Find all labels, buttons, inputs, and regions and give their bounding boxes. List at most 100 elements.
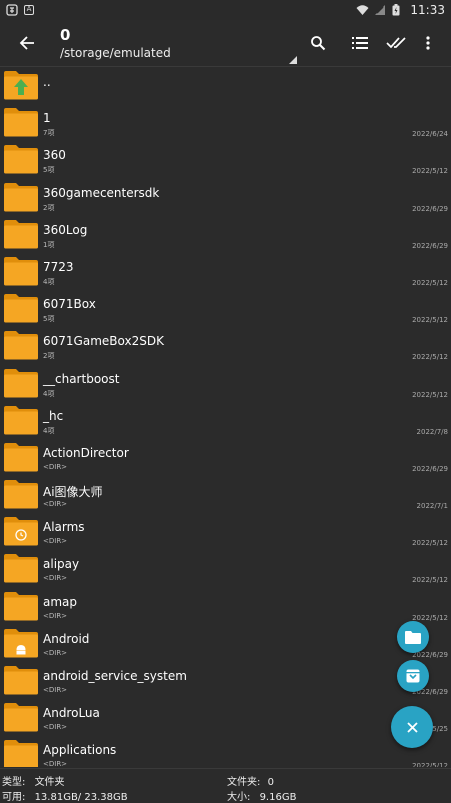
- folder-icon: [405, 630, 421, 644]
- file-date: 2022/5/12: [412, 613, 448, 622]
- file-row[interactable]: Ai图像大师 <DIR> 2022/7/1: [0, 476, 451, 513]
- file-subinfo: <DIR>: [43, 686, 68, 694]
- file-date: 2022/5/12: [412, 278, 448, 287]
- file-date: 2022/5/12: [412, 576, 448, 585]
- signal-icon: [374, 4, 386, 16]
- file-row[interactable]: __chartboost 4项 2022/5/12: [0, 365, 451, 402]
- status-time: 11:33: [410, 3, 445, 17]
- folder-count-info: 文件夹: 0: [227, 773, 274, 788]
- folder-icon: [4, 293, 38, 323]
- file-date: 2022/6/24: [412, 130, 448, 139]
- new-folder-fab[interactable]: [397, 621, 429, 653]
- battery-icon: [392, 4, 404, 16]
- app-bar: 0 /storage/emulated: [0, 20, 451, 67]
- file-row[interactable]: 6071GameBox2SDK 2项 2022/5/12: [0, 327, 451, 364]
- file-subinfo: 2项: [43, 352, 55, 361]
- folder-alarm-icon: [4, 516, 38, 546]
- file-list[interactable]: .. 1 7项 2022/6/24 360 5项 2022/5/12 360gamecente…: [0, 67, 451, 767]
- type-label: 类型:: [2, 777, 26, 788]
- file-name: ActionDirector: [43, 445, 129, 460]
- file-row[interactable]: 6071Box 5项 2022/5/12: [0, 290, 451, 327]
- search-icon: [311, 36, 326, 51]
- size-label: 大小:: [227, 792, 251, 803]
- folder-icon: [4, 107, 38, 137]
- file-name: AndroLua: [43, 706, 100, 721]
- status-bar: A 11:33: [0, 0, 451, 20]
- parent-directory-row[interactable]: ..: [0, 67, 451, 104]
- size-value: 9.16GB: [259, 792, 297, 803]
- back-button[interactable]: [14, 30, 40, 56]
- folder-icon: [4, 219, 38, 249]
- available-value: 13.81GB/ 23.38GB: [34, 792, 128, 803]
- file-date: 2022/7/8: [416, 427, 448, 436]
- type-value: 文件夹: [34, 777, 65, 788]
- file-name: 7723: [43, 259, 74, 274]
- list-icon: [352, 37, 368, 49]
- file-row[interactable]: Android <DIR> 2022/6/29: [0, 625, 451, 662]
- file-subinfo: 1项: [43, 240, 55, 249]
- search-button[interactable]: [306, 31, 330, 55]
- select-all-button[interactable]: [384, 31, 408, 55]
- app-notification-icon: [6, 4, 18, 16]
- folder-icon: [4, 739, 38, 767]
- file-row[interactable]: Alarms <DIR> 2022/5/12: [0, 513, 451, 550]
- file-row[interactable]: 360gamecentersdk 2项 2022/6/29: [0, 179, 451, 216]
- file-row[interactable]: ActionDirector <DIR> 2022/6/29: [0, 439, 451, 476]
- folder-icon: [4, 665, 38, 695]
- file-row[interactable]: alipay <DIR> 2022/5/12: [0, 550, 451, 587]
- file-subinfo: 5项: [43, 315, 55, 324]
- file-subinfo: <DIR>: [43, 648, 68, 657]
- type-info: 类型: 文件夹: [2, 773, 65, 788]
- file-row[interactable]: 360 5项 2022/5/12: [0, 141, 451, 178]
- file-name: 360gamecentersdk: [43, 185, 160, 200]
- available-label: 可用:: [2, 792, 26, 803]
- file-subinfo: <DIR>: [43, 723, 68, 732]
- file-subinfo: 4项: [43, 389, 55, 398]
- file-name: 6071GameBox2SDK: [43, 334, 164, 349]
- file-name: 360Log: [43, 222, 88, 237]
- archive-icon: [406, 669, 420, 683]
- close-fab[interactable]: [391, 706, 433, 748]
- dropdown-triangle-icon: [289, 56, 297, 64]
- file-subinfo: <DIR>: [43, 500, 68, 509]
- list-view-button[interactable]: [348, 31, 372, 55]
- file-row[interactable]: AndroLua<DIR>2022/5/25: [0, 699, 451, 736]
- file-row[interactable]: amap <DIR> 2022/5/12: [0, 588, 451, 625]
- folder-icon: [4, 182, 38, 212]
- file-name: Alarms: [43, 520, 85, 535]
- file-row[interactable]: 360Log 1项 2022/6/29: [0, 216, 451, 253]
- file-name: amap: [43, 594, 78, 609]
- file-row[interactable]: 7723 4项 2022/5/12: [0, 253, 451, 290]
- path-dropdown[interactable]: /storage/emulated: [60, 46, 171, 60]
- folder-icon: [4, 368, 38, 398]
- file-name: Applications: [43, 743, 117, 758]
- archive-fab[interactable]: [397, 660, 429, 692]
- file-name: alipay: [43, 557, 80, 572]
- folder-icon: [4, 144, 38, 174]
- file-name: android_service_system: [43, 669, 187, 683]
- more-options-button[interactable]: [416, 31, 440, 55]
- file-row[interactable]: _hc 4项 2022/7/8: [0, 402, 451, 439]
- folder-icon: [4, 591, 38, 621]
- size-info: 大小: 9.16GB: [227, 788, 296, 803]
- file-row[interactable]: 1 7项 2022/6/24: [0, 104, 451, 141]
- folder-title: 0: [60, 26, 71, 44]
- file-date: 2022/6/29: [412, 241, 448, 250]
- file-date: 2022/7/1: [416, 502, 448, 511]
- file-row[interactable]: android_service_system <DIR> 2022/6/29: [0, 662, 451, 699]
- folder-count-value: 0: [267, 777, 274, 788]
- folder-icon: [4, 256, 38, 286]
- file-date: 2022/6/29: [412, 464, 448, 473]
- file-row[interactable]: Applications <DIR> 2022/5/12: [0, 736, 451, 767]
- folder-up-icon: [4, 70, 38, 100]
- file-name: __chartboost: [43, 371, 120, 386]
- file-date: 2022/5/12: [412, 353, 448, 362]
- arrow-left-icon: [19, 36, 34, 50]
- file-name: ..: [43, 75, 51, 89]
- folder-icon: [4, 702, 38, 732]
- file-subinfo: 4项: [43, 277, 55, 286]
- file-subinfo: 7项: [43, 129, 55, 138]
- folder-icon: [4, 330, 38, 360]
- file-name: 1: [43, 111, 51, 126]
- file-name: Ai图像大师: [43, 485, 103, 500]
